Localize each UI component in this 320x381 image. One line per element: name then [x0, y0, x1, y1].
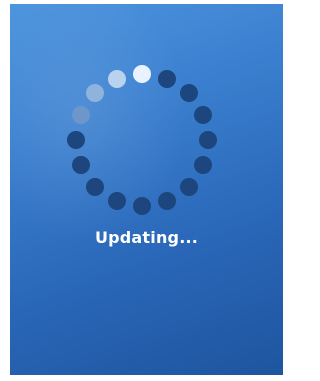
spinner-dot	[67, 131, 85, 149]
spinner-dot	[158, 70, 177, 89]
spinner-dot	[179, 84, 198, 103]
update-screen: Updating...	[10, 4, 283, 375]
spinner-dot	[107, 191, 126, 210]
spinner-dot	[199, 131, 217, 149]
spinner-dot	[179, 177, 198, 196]
spinner-dot	[158, 191, 177, 210]
status-text: Updating...	[94, 228, 199, 247]
spinner-dot	[72, 156, 91, 175]
spinner-dot	[193, 156, 212, 175]
spinner-dot	[193, 105, 212, 124]
spinner-dot	[133, 65, 151, 83]
spinner-dot	[133, 197, 151, 215]
spinner-dot	[72, 105, 91, 124]
loading-spinner-icon	[10, 4, 283, 234]
spinner-dot	[86, 84, 105, 103]
spinner-dot	[86, 177, 105, 196]
spinner-dot	[107, 70, 126, 89]
